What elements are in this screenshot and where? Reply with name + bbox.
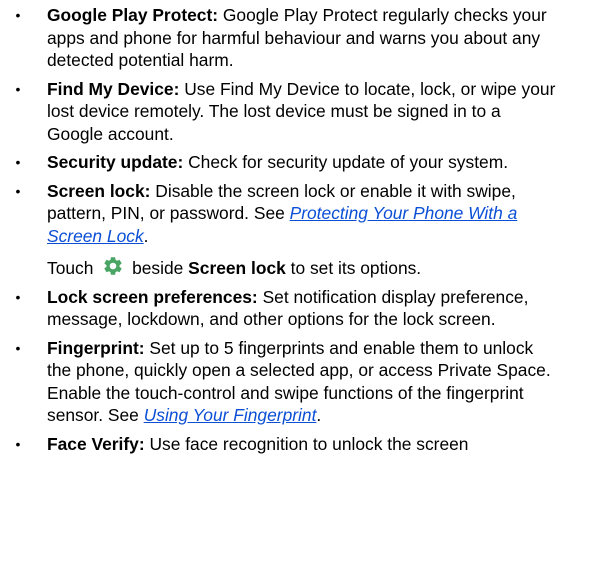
list-item-lock-screen-preferences: • Lock screen preferences: Set notificat…: [0, 286, 589, 331]
bullet: •: [15, 154, 21, 170]
sub-text-end: to set its options.: [285, 258, 422, 278]
bullet: •: [15, 288, 21, 305]
link-trailing-period: .: [143, 225, 149, 246]
bullet: •: [15, 339, 21, 356]
screen-lock-subparagraph: Touch beside Screen lock to set its opti…: [47, 255, 561, 280]
bullet: •: [15, 80, 21, 97]
term-label: Google Play Protect:: [47, 5, 219, 25]
link-using-your-fingerprint[interactable]: Using Your Fingerprint: [144, 405, 317, 425]
security-options-list: • Google Play Protect: Google Play Prote…: [0, 4, 589, 461]
term-label: Find My Device:: [47, 78, 180, 99]
gear-icon: [102, 255, 124, 277]
term-label: Security update:: [47, 152, 184, 172]
bullet: •: [15, 182, 21, 199]
sub-text-touch: Touch: [47, 258, 99, 278]
term-label: Lock screen preferences:: [47, 286, 258, 307]
list-item-screen-lock: • Screen lock: Disable the screen lock o…: [0, 180, 589, 280]
sub-bold-screen-lock: Screen lock: [188, 258, 286, 278]
bullet: •: [15, 435, 21, 452]
list-item-find-my-device: • Find My Device: Use Find My Device to …: [0, 78, 589, 146]
bullet: •: [15, 7, 21, 23]
term-label: Face Verify:: [47, 433, 145, 454]
document-page: • Google Play Protect: Google Play Prote…: [0, 0, 589, 567]
link-trailing-period: .: [316, 405, 322, 425]
list-item-security-update: • Security update: Check for security up…: [0, 151, 589, 174]
list-item-face-verify: • Face Verify: Use face recognition to u…: [0, 433, 589, 456]
list-item-fingerprint: • Fingerprint: Set up to 5 fingerprints …: [0, 337, 589, 427]
term-label: Screen lock:: [47, 180, 151, 201]
item-description: Check for security update of your system…: [183, 152, 509, 172]
list-item-google-play-protect: • Google Play Protect: Google Play Prote…: [0, 4, 589, 72]
sub-text-beside: beside: [127, 258, 189, 278]
term-label: Fingerprint:: [47, 337, 145, 358]
item-description: Use face recognition to unlock the scree…: [144, 433, 469, 454]
